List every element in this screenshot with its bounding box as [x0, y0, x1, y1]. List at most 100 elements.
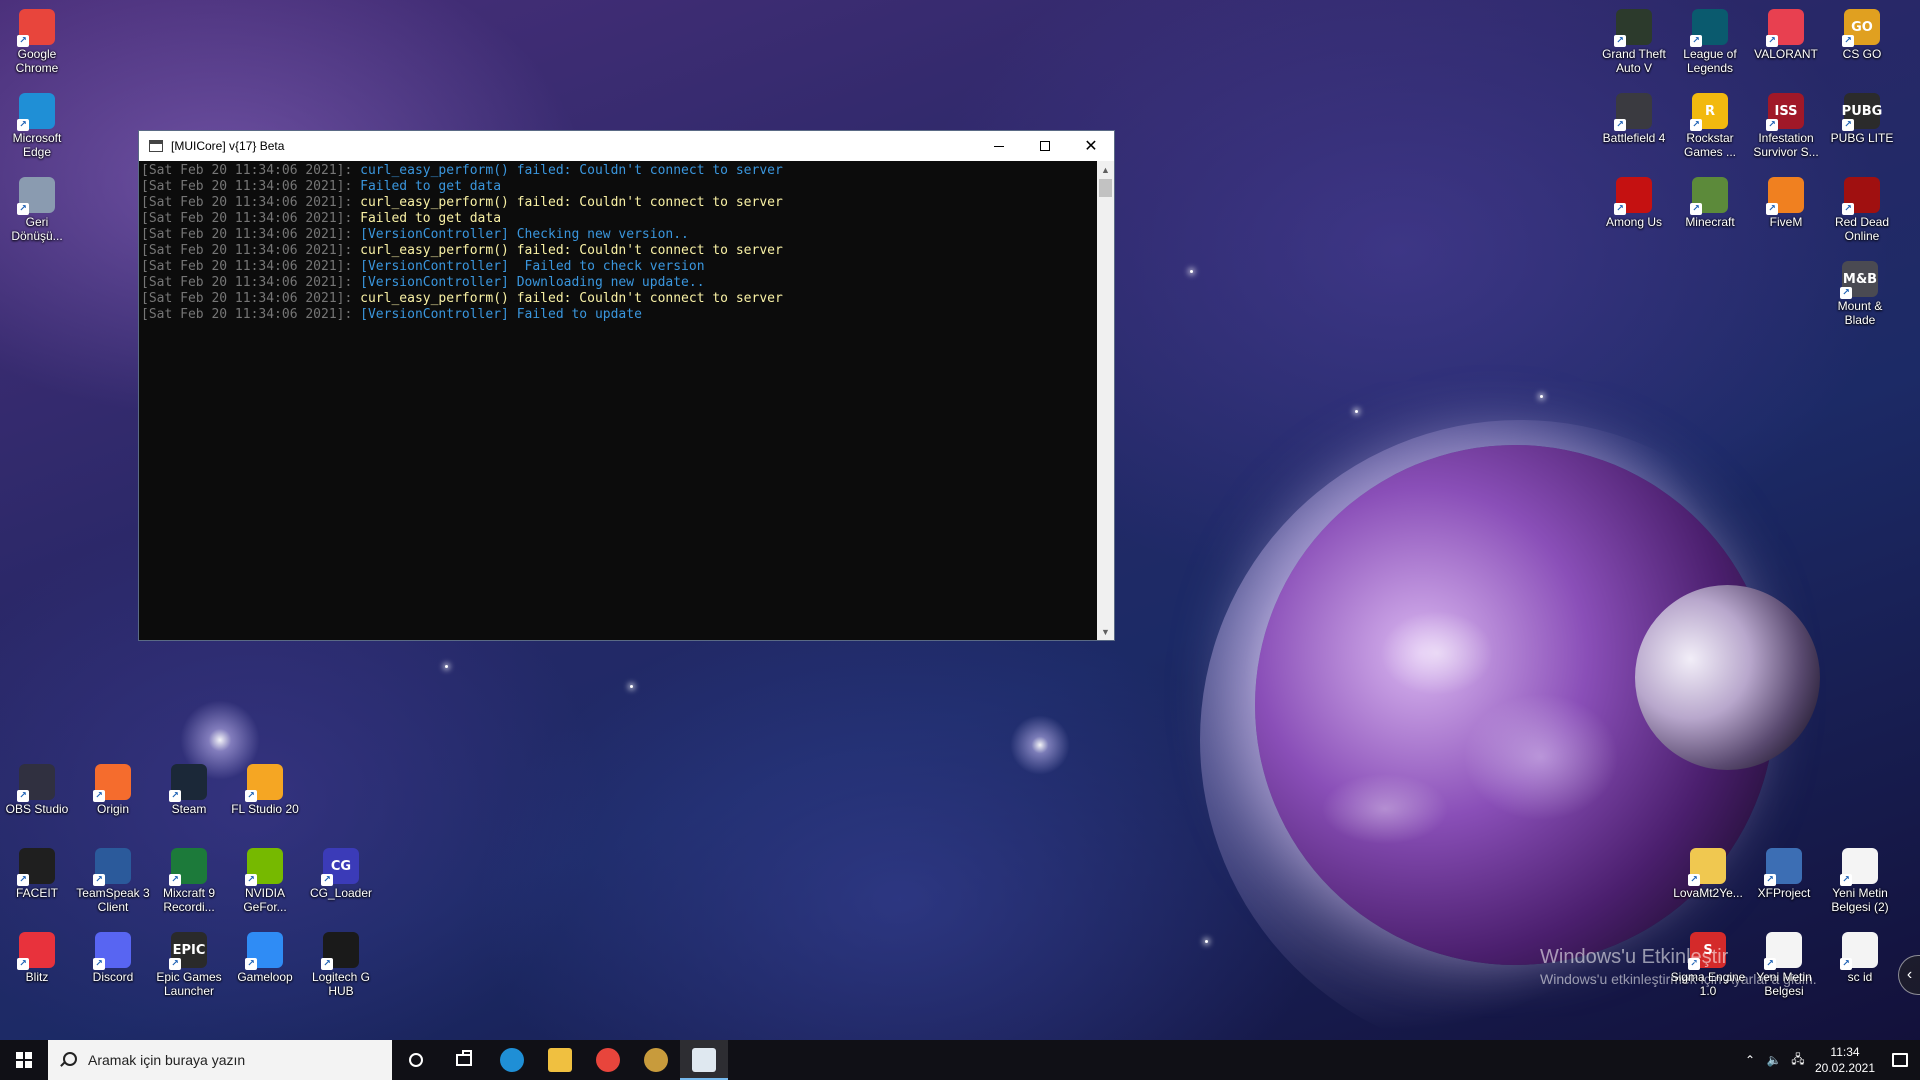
desktop-icon[interactable]: M&B ↗ Mount & Blade: [1822, 257, 1898, 327]
taskbar-app-button[interactable]: [680, 1040, 728, 1080]
origin-icon: ↗: [93, 764, 131, 802]
shortcut-arrow-icon: ↗: [1766, 35, 1778, 47]
desktop-icon[interactable]: ↗ Mixcraft 9 Recordi...: [151, 844, 227, 914]
start-button[interactable]: [0, 1040, 48, 1080]
scroll-up-button[interactable]: ▲: [1097, 161, 1114, 178]
desktop-icon[interactable]: ↗ Blitz: [0, 928, 75, 984]
desktop-icon[interactable]: ↗ FL Studio 20: [227, 760, 303, 816]
vertical-scrollbar[interactable]: ▲ ▼: [1097, 161, 1114, 640]
task-view-button[interactable]: [440, 1040, 488, 1080]
minimize-button[interactable]: [976, 131, 1022, 161]
volume-button[interactable]: 🔈: [1762, 1040, 1786, 1080]
desktop-icon[interactable]: ↗ OBS Studio: [0, 760, 75, 816]
battlefield-icon: ↗: [1614, 93, 1652, 131]
desktop-icon-label: Red Dead Online: [1834, 215, 1890, 243]
desktop-icon[interactable]: ↗ TeamSpeak 3 Client: [75, 844, 151, 914]
taskbar-app-button[interactable]: [536, 1040, 584, 1080]
desktop-icon[interactable]: PUBG ↗ PUBG LITE: [1824, 89, 1900, 145]
console-output[interactable]: [Sat Feb 20 11:34:06 2021]: curl_easy_pe…: [139, 161, 1097, 640]
taskbar-app-button[interactable]: [488, 1040, 536, 1080]
desktop-icon[interactable]: ↗ VALORANT: [1748, 5, 1824, 61]
desktop-icon[interactable]: ↗ Grand Theft Auto V: [1596, 5, 1672, 75]
desktop-icon-label: Battlefield 4: [1602, 131, 1666, 145]
shortcut-arrow-icon: ↗: [17, 790, 29, 802]
console-window[interactable]: [MUICore] v{17} Beta ✕ [Sat Feb 20 11:34…: [138, 130, 1115, 641]
search-input[interactable]: [88, 1052, 368, 1068]
log-timestamp: [Sat Feb 20 11:34:06 2021]:: [141, 179, 361, 194]
logitech-icon: ↗: [321, 932, 359, 970]
desktop-icon[interactable]: ↗ Minecraft: [1672, 173, 1748, 229]
taskbar-search[interactable]: [48, 1040, 392, 1080]
text-file-icon: ↗: [1840, 848, 1878, 886]
desktop-icon[interactable]: ↗ Among Us: [1596, 173, 1672, 229]
desktop-icon[interactable]: EPIC ↗ Epic Games Launcher: [151, 928, 227, 998]
console-line: [Sat Feb 20 11:34:06 2021]: [VersionCont…: [141, 259, 1095, 275]
desktop-icon[interactable]: ↗ Steam: [151, 760, 227, 816]
log-message: Failed to get data: [360, 179, 502, 194]
window-titlebar[interactable]: [MUICore] v{17} Beta ✕: [139, 131, 1114, 161]
maximize-button[interactable]: [1022, 131, 1068, 161]
desktop-icon[interactable]: ↗ Red Dead Online: [1824, 173, 1900, 243]
desktop-icon[interactable]: GO ↗ CS GO: [1824, 5, 1900, 61]
desktop-icon[interactable]: ↗ LovaMt2Ye...: [1670, 844, 1746, 900]
desktop-icon[interactable]: ↗ FiveM: [1748, 173, 1824, 229]
desktop-icon[interactable]: ↗ Logitech G HUB: [303, 928, 379, 998]
desktop-icon[interactable]: ↗ NVIDIA GeFor...: [227, 844, 303, 914]
console-line: [Sat Feb 20 11:34:06 2021]: Failed to ge…: [141, 179, 1095, 195]
desktop-icon[interactable]: ISS ↗ Infestation Survivor S...: [1748, 89, 1824, 159]
desktop-icon-label: Grand Theft Auto V: [1602, 47, 1666, 75]
notifications-button[interactable]: [1880, 1040, 1920, 1080]
scrollbar-thumb[interactable]: [1099, 179, 1112, 197]
desktop-icon[interactable]: ↗ League of Legends: [1672, 5, 1748, 75]
desktop-icon-label: CS GO: [1842, 47, 1882, 61]
recycle-bin-icon: ↗: [17, 177, 55, 215]
desktop-icon-label: Mount & Blade: [1837, 299, 1883, 327]
taskbar-app-button[interactable]: [632, 1040, 680, 1080]
log-timestamp: [Sat Feb 20 11:34:06 2021]:: [141, 307, 361, 322]
clock-time: 11:34: [1830, 1045, 1860, 1059]
csgo-icon: GO ↗: [1842, 9, 1880, 47]
edge-panel-tab[interactable]: ‹: [1898, 955, 1920, 995]
desktop-icon[interactable]: ↗ Origin: [75, 760, 151, 816]
desktop-icon[interactable]: ↗ XFProject: [1746, 844, 1822, 900]
desktop-icon[interactable]: ↗ FACEIT: [0, 844, 75, 900]
desktop-icon-label: Steam: [171, 802, 207, 816]
chevron-down-icon: ▼: [1101, 626, 1110, 637]
console-line: [Sat Feb 20 11:34:06 2021]: [VersionCont…: [141, 227, 1095, 243]
pinned-apps: [488, 1040, 728, 1080]
desktop-icon[interactable]: ↗ Microsoft Edge: [0, 89, 75, 159]
scroll-down-button[interactable]: ▼: [1097, 623, 1114, 640]
cg-loader-icon: CG ↗: [321, 848, 359, 886]
shortcut-arrow-icon: ↗: [17, 958, 29, 970]
log-message: [VersionController] Checking new version…: [360, 227, 689, 242]
log-timestamp: [Sat Feb 20 11:34:06 2021]:: [141, 259, 361, 274]
rockstar-icon: R ↗: [1690, 93, 1728, 131]
network-button[interactable]: 🖧: [1786, 1040, 1810, 1080]
among-us-icon: ↗: [1614, 177, 1652, 215]
chevron-up-icon: ▲: [1101, 164, 1110, 175]
valorant-icon: ↗: [1766, 9, 1804, 47]
close-button[interactable]: ✕: [1068, 131, 1114, 161]
cortana-button[interactable]: [392, 1040, 440, 1080]
desktop-icon[interactable]: ↗ Google Chrome: [0, 5, 75, 75]
show-hidden-icons-button[interactable]: ⌃: [1738, 1040, 1762, 1080]
taskbar-app-button[interactable]: [584, 1040, 632, 1080]
windows-logo-icon: [16, 1052, 32, 1068]
desktop-icon[interactable]: ↗ Yeni Metin Belgesi (2): [1822, 844, 1898, 914]
desktop-icon[interactable]: R ↗ Rockstar Games ...: [1672, 89, 1748, 159]
desktop-icon[interactable]: ↗ Geri Dönüşü...: [0, 173, 75, 243]
cortana-icon: [409, 1053, 423, 1067]
desktop-icon[interactable]: CG ↗ CG_Loader: [303, 844, 379, 900]
shortcut-arrow-icon: ↗: [1766, 203, 1778, 215]
shortcut-arrow-icon: ↗: [245, 958, 257, 970]
shortcut-arrow-icon: ↗: [321, 874, 333, 886]
shortcut-arrow-icon: ↗: [1766, 119, 1778, 131]
desktop-icon-label: Gameloop: [237, 970, 293, 984]
desktop-icon[interactable]: ↗ Discord: [75, 928, 151, 984]
desktop-icon[interactable]: ↗ Gameloop: [227, 928, 303, 984]
desktop-icon[interactable]: ↗ sc id: [1822, 928, 1898, 984]
desktop-icon[interactable]: ↗ Battlefield 4: [1596, 89, 1672, 145]
clock[interactable]: 11:34 20.02.2021: [1810, 1044, 1880, 1076]
chevron-up-icon: ⌃: [1744, 1053, 1756, 1067]
star: [630, 685, 633, 688]
